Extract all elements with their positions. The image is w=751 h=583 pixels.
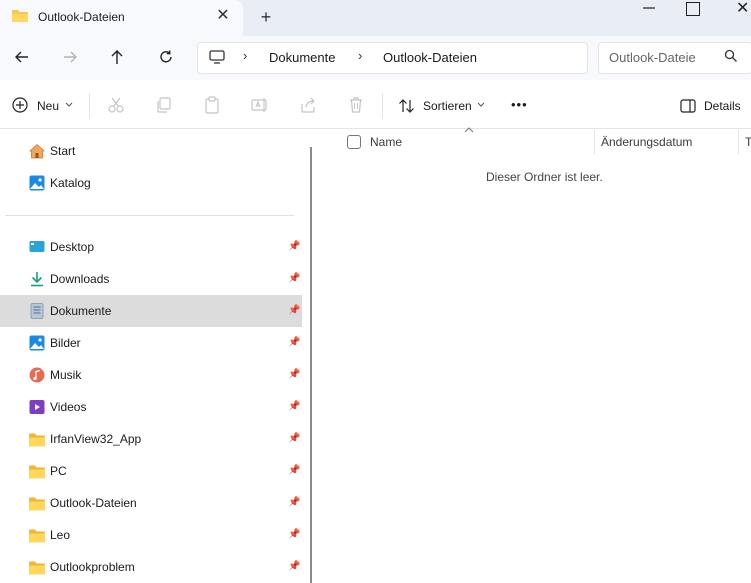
desktop-icon [29,241,45,252]
rename-icon[interactable] [251,96,269,114]
computer-icon [209,50,225,64]
plus-circle-icon[interactable] [12,97,28,113]
column-header-date[interactable]: Änderungsdatum [601,135,692,149]
sidebar-item-label: PC [50,464,67,478]
sort-button[interactable]: Sortieren [423,99,472,113]
up-icon[interactable] [108,47,126,67]
column-header-name[interactable]: Name [370,135,402,149]
sort-ascending-icon [464,127,474,133]
minimize-button[interactable] [632,0,666,22]
file-list [320,129,751,583]
download-icon [31,272,43,287]
breadcrumb-separator: › [358,48,363,63]
column-separator[interactable] [738,130,739,154]
chevron-down-icon [477,102,485,107]
sidebar-item-label: Start [50,144,76,158]
sidebar-item-label: Downloads [50,272,110,286]
pin-icon[interactable]: 📌 [288,305,300,317]
maximize-button[interactable] [686,2,700,16]
sidebar-item-label: IrfanView32_App [50,432,142,446]
forward-icon[interactable] [60,48,80,66]
cut-icon[interactable] [107,96,125,114]
pictures-icon [29,335,45,351]
sidebar-item-downloads[interactable]: Downloads 📌 [0,263,302,295]
folder-icon [12,10,28,22]
close-window-button[interactable]: ✕ [736,0,751,22]
column-header-type[interactable]: T [745,135,751,149]
more-options-button[interactable]: ••• [511,97,528,112]
sidebar-item-outlookproblem[interactable]: Outlookproblem 📌 [0,551,302,583]
delete-icon[interactable] [347,96,365,114]
folder-icon [29,497,45,511]
sidebar-item-desktop[interactable]: Desktop 📌 [0,231,302,263]
breadcrumb-dokumente[interactable]: Dokumente [269,50,335,65]
pin-icon[interactable]: 📌 [288,337,300,349]
sidebar-scrollbar[interactable] [310,147,312,583]
divider [5,215,294,216]
pin-icon[interactable]: 📌 [288,241,300,253]
close-tab-icon[interactable]: ✕ [214,6,232,26]
pin-icon[interactable]: 📌 [288,369,300,381]
details-pane-icon [680,99,696,113]
sidebar-item-label: Musik [50,368,82,382]
pin-icon[interactable]: 📌 [288,401,300,413]
sidebar-item-label: Bilder [50,336,81,350]
folder-icon [29,433,45,447]
search-placeholder: Outlook-Dateie [609,50,696,65]
folder-icon [29,465,45,479]
minimize-icon [643,7,655,9]
chevron-down-icon [65,102,73,107]
breadcrumb-separator: › [243,48,248,63]
new-tab-button[interactable]: + [257,6,275,28]
sidebar-item-label: Desktop [50,240,95,254]
sort-icon[interactable] [398,98,416,114]
sidebar-item-start[interactable]: Start [0,135,302,167]
sidebar-item-label: Dokumente [50,304,112,318]
folder-icon [29,561,45,575]
sidebar-item-leo[interactable]: Leo 📌 [0,519,302,551]
sidebar-item-outlook-dateien[interactable]: Outlook-Dateien 📌 [0,487,302,519]
gallery-icon [29,175,45,191]
back-icon[interactable] [12,48,32,66]
copy-icon[interactable] [155,96,173,114]
share-icon[interactable] [299,96,317,114]
select-all-checkbox[interactable] [347,135,361,149]
paste-icon[interactable] [203,96,221,114]
new-button[interactable]: Neu [37,99,59,113]
search-icon[interactable] [724,49,738,63]
pin-icon[interactable]: 📌 [288,465,300,477]
breadcrumb-outlook-dateien[interactable]: Outlook-Dateien [383,50,477,65]
sidebar-item-musik[interactable]: Musik 📌 [0,359,302,391]
separator [89,93,90,119]
sidebar-item-videos[interactable]: Videos 📌 [0,391,302,423]
music-icon [29,367,45,383]
sidebar-item-label: Leo [50,528,71,542]
sidebar-item-irfanview32-app[interactable]: IrfanView32_App 📌 [0,423,302,455]
pin-icon[interactable]: 📌 [288,529,300,541]
sidebar-item-label: Videos [50,400,87,414]
home-icon [29,143,45,159]
details-button[interactable]: Details [704,99,741,113]
separator [382,93,383,119]
sidebar-item-label: Katalog [50,176,91,190]
sidebar-item-pc[interactable]: PC 📌 [0,455,302,487]
pin-icon[interactable]: 📌 [288,497,300,509]
refresh-icon[interactable] [157,48,175,66]
tab-title: Outlook-Dateien [38,10,125,24]
documents-icon [30,303,44,319]
empty-folder-message: Dieser Ordner ist leer. [486,170,603,184]
sidebar-item-katalog[interactable]: Katalog [0,167,302,199]
videos-icon [29,400,45,414]
pin-icon[interactable]: 📌 [288,273,300,285]
pin-icon[interactable]: 📌 [288,433,300,445]
column-separator[interactable] [594,130,595,154]
sidebar-item-label: Outlook-Dateien [50,496,137,510]
pin-icon[interactable]: 📌 [288,561,300,573]
folder-icon [29,529,45,543]
sidebar-item-bilder[interactable]: Bilder 📌 [0,327,302,359]
sidebar-item-dokumente[interactable]: Dokumente 📌 [0,295,302,327]
sidebar-item-label: Outlookproblem [50,560,135,574]
